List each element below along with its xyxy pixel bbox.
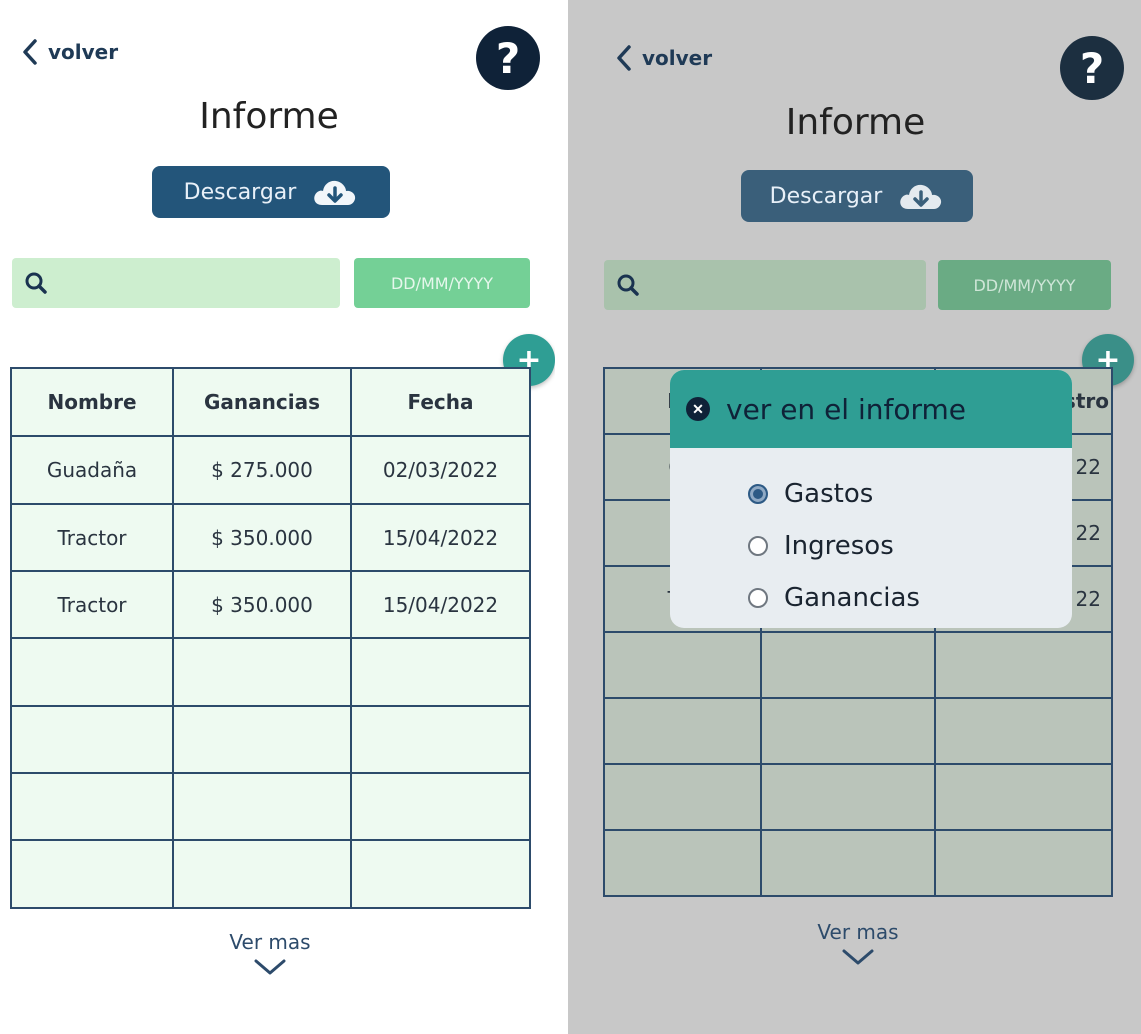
- table-cell: $ 275.000: [172, 435, 352, 505]
- table-cell: [10, 705, 174, 774]
- table-cell: [172, 637, 352, 707]
- search-input[interactable]: [640, 260, 926, 310]
- table-cell: 15/04/2022: [350, 570, 531, 639]
- back-button[interactable]: volver: [616, 44, 712, 72]
- table-cell: [934, 829, 1113, 897]
- column-header[interactable]: Nombre: [10, 367, 174, 437]
- chevron-left-icon: [617, 45, 631, 71]
- search-icon: [25, 272, 47, 294]
- table-cell: [760, 697, 936, 765]
- column-header[interactable]: Fecha: [350, 367, 531, 437]
- page-title: Informe: [199, 96, 339, 137]
- table-row[interactable]: Guadaña $ 275.000 02/03/2022: [10, 435, 531, 505]
- table-row[interactable]: Tractor $ 350.000 15/04/2022: [10, 570, 531, 639]
- table-cell: Tractor: [10, 503, 174, 572]
- table-cell: [934, 697, 1113, 765]
- table-cell: [350, 637, 531, 707]
- search-box[interactable]: [12, 258, 340, 308]
- table-cell: [760, 763, 936, 831]
- date-filter[interactable]: DD/MM/YYYY: [354, 258, 530, 308]
- table-cell: [172, 839, 352, 909]
- table-cell: [350, 705, 531, 774]
- cloud-download-icon: [900, 184, 942, 209]
- download-button[interactable]: Descargar: [741, 170, 973, 222]
- option-label: Gastos: [784, 479, 874, 509]
- see-more-label: Ver mas: [229, 930, 311, 954]
- report-options-modal: ✕ ver en el informe Gastos Ingresos Gana…: [670, 370, 1072, 628]
- table-cell: [934, 631, 1113, 699]
- modal-title: ver en el informe: [726, 392, 967, 426]
- table-cell: 02/03/2022: [350, 435, 531, 505]
- back-label: volver: [642, 46, 713, 70]
- table-cell: [10, 839, 174, 909]
- table-header-row: Nombre Ganancias Fecha: [10, 367, 531, 437]
- table-cell: [350, 772, 531, 841]
- chevron-down-icon: [842, 949, 874, 965]
- chevron-down-icon: [254, 959, 286, 975]
- table-cell: [760, 829, 936, 897]
- table-cell: [603, 697, 762, 765]
- search-input[interactable]: [48, 258, 340, 308]
- see-more-button[interactable]: Ver mas: [788, 920, 928, 966]
- table-row[interactable]: [603, 631, 1113, 699]
- option-ganancias[interactable]: Ganancias: [748, 572, 1072, 624]
- download-label: Descargar: [769, 183, 883, 209]
- table-cell: [603, 631, 762, 699]
- table-cell: [172, 705, 352, 774]
- table-cell: [603, 829, 762, 897]
- search-icon: [617, 274, 639, 296]
- screen-report: volver ? Informe Descargar DD/MM/YYYY + …: [0, 0, 555, 1034]
- table-cell: Guadaña: [10, 435, 174, 505]
- table-row[interactable]: [603, 763, 1113, 831]
- table-cell: $ 350.000: [172, 570, 352, 639]
- table-row[interactable]: [603, 697, 1113, 765]
- page-title: Informe: [785, 102, 926, 143]
- help-button[interactable]: ?: [1060, 36, 1124, 100]
- table-cell: [10, 637, 174, 707]
- radio-selected[interactable]: [748, 484, 768, 504]
- table-cell: Tractor: [10, 570, 174, 639]
- table-cell: 15/04/2022: [350, 503, 531, 572]
- close-icon[interactable]: ✕: [686, 397, 710, 421]
- radio-unselected[interactable]: [748, 588, 768, 608]
- back-label: volver: [48, 40, 119, 64]
- report-table: Nombre Ganancias Fecha Guadaña $ 275.000…: [10, 367, 531, 909]
- table-row[interactable]: [603, 829, 1113, 897]
- modal-options: Gastos Ingresos Ganancias: [670, 448, 1072, 624]
- table-row[interactable]: [10, 637, 531, 707]
- question-icon: ?: [1079, 43, 1105, 93]
- see-more-button[interactable]: Ver mas: [200, 930, 340, 976]
- question-icon: ?: [495, 33, 521, 83]
- table-cell: [172, 772, 352, 841]
- table-cell: $ 350.000: [172, 503, 352, 572]
- see-more-label: Ver mas: [817, 920, 899, 944]
- back-button[interactable]: volver: [22, 38, 118, 66]
- table-row[interactable]: [10, 772, 531, 841]
- download-button[interactable]: Descargar: [152, 166, 390, 218]
- column-header[interactable]: Ganancias: [172, 367, 352, 437]
- table-cell: [10, 772, 174, 841]
- table-cell: [760, 631, 936, 699]
- table-cell: [603, 763, 762, 831]
- chevron-left-icon: [23, 39, 37, 65]
- date-filter[interactable]: DD/MM/YYYY: [938, 260, 1111, 310]
- table-cell: [934, 763, 1113, 831]
- option-ingresos[interactable]: Ingresos: [748, 520, 1072, 572]
- download-label: Descargar: [183, 179, 297, 205]
- cloud-download-icon: [314, 180, 356, 205]
- option-gastos[interactable]: Gastos: [748, 468, 1072, 520]
- search-box[interactable]: [604, 260, 926, 310]
- radio-unselected[interactable]: [748, 536, 768, 556]
- modal-header: ✕ ver en el informe: [670, 370, 1072, 448]
- table-row[interactable]: [10, 705, 531, 774]
- table-row[interactable]: Tractor $ 350.000 15/04/2022: [10, 503, 531, 572]
- table-row[interactable]: [10, 839, 531, 909]
- table-cell: [350, 839, 531, 909]
- option-label: Ingresos: [784, 531, 894, 561]
- help-button[interactable]: ?: [476, 26, 540, 90]
- option-label: Ganancias: [784, 583, 920, 613]
